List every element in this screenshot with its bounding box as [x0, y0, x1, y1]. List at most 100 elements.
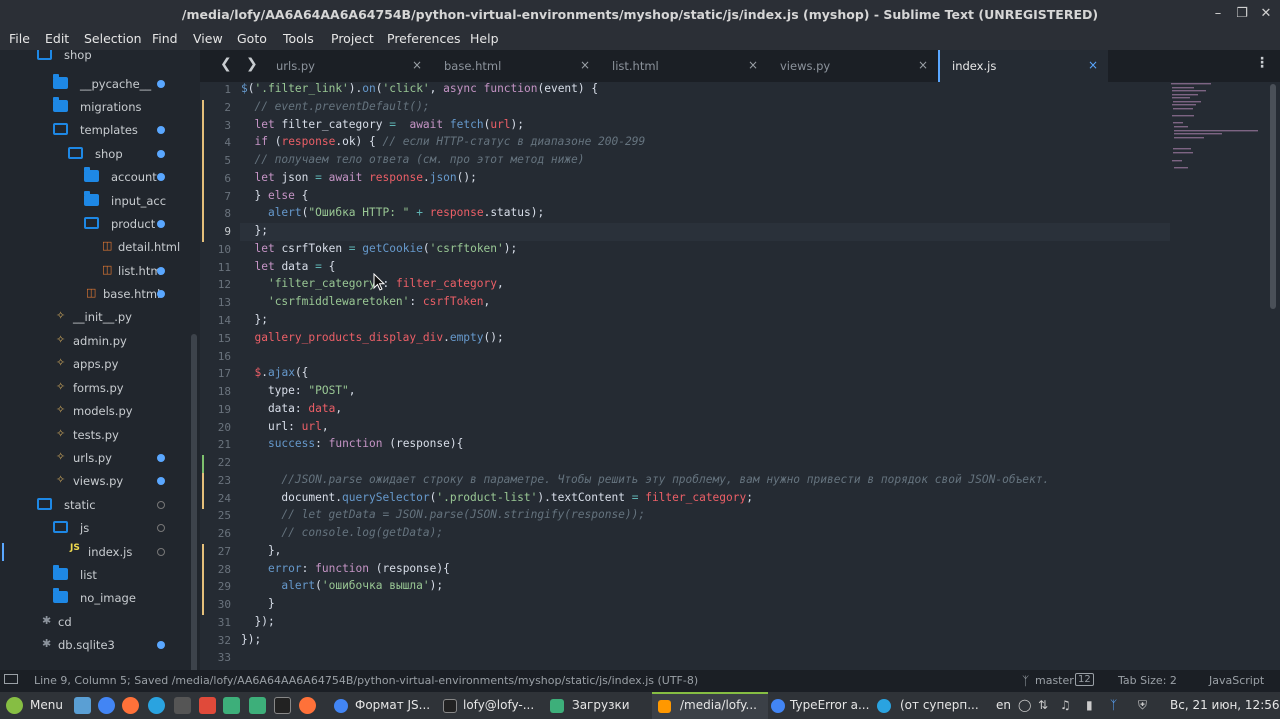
panel-toggle-icon[interactable]	[4, 674, 18, 684]
taskbar-window[interactable]: (от суперп...	[900, 698, 979, 712]
code-editor[interactable]: 1 2 3 4 5 6 7 8 9 10 11 12 13 14 15 16 17 18 19 20 21 22 23 24 2…	[200, 82, 1280, 670]
menu-selection[interactable]: Selection	[84, 31, 142, 46]
tab-base-html[interactable]: base.html ×	[432, 50, 600, 82]
tree-file-views-py[interactable]: ✧ views.py	[0, 470, 190, 493]
firefox-icon[interactable]	[299, 697, 316, 714]
line-number: 23	[217, 474, 231, 487]
screenshot-icon[interactable]: ◯	[1018, 698, 1031, 712]
taskbar-window[interactable]: Загрузки	[572, 698, 630, 712]
tree-file-urls-py[interactable]: ✧ urls.py	[0, 447, 190, 470]
code-line: url: url,	[241, 420, 329, 433]
close-tab-icon[interactable]: ×	[748, 58, 758, 72]
syntax-mode[interactable]: JavaScript	[1209, 674, 1264, 687]
active-taskbar-window[interactable]: /media/lofy...	[652, 692, 768, 719]
line-number: 11	[217, 261, 231, 274]
battery-icon[interactable]: ▮	[1086, 698, 1093, 712]
menu-help[interactable]: Help	[470, 31, 499, 46]
menu-file[interactable]: File	[9, 31, 30, 46]
python-file-icon: ✧	[56, 333, 66, 346]
tree-file-admin-py[interactable]: ✧ admin.py	[0, 330, 190, 353]
close-tab-icon[interactable]: ×	[580, 58, 590, 72]
bluetooth-icon[interactable]: ᛉ	[1110, 698, 1117, 712]
tree-file-models-py[interactable]: ✧ models.py	[0, 400, 190, 423]
show-desktop-icon[interactable]	[74, 697, 91, 714]
maximize-icon[interactable]: ❐	[1232, 4, 1252, 24]
chrome-icon[interactable]	[98, 697, 115, 714]
tab-size[interactable]: Tab Size: 2	[1118, 674, 1177, 687]
tree-folder-no-image[interactable]: no_image	[0, 587, 190, 610]
clock[interactable]: Вс, 21 июн, 12:56	[1170, 698, 1280, 712]
menu-edit[interactable]: Edit	[45, 31, 69, 46]
menu-project[interactable]: Project	[331, 31, 374, 46]
tree-folder-static[interactable]: static	[0, 494, 190, 517]
tree-file-cd[interactable]: ✱ cd	[0, 611, 190, 634]
tree-file-db-sqlite3[interactable]: ✱ db.sqlite3	[0, 634, 190, 657]
python-file-icon: ✧	[56, 380, 66, 393]
menu-find[interactable]: Find	[152, 31, 178, 46]
line-number: 2	[224, 101, 231, 114]
editor-scrollbar[interactable]	[1270, 84, 1276, 309]
menu-button[interactable]: Menu	[30, 698, 63, 712]
tab-views-py[interactable]: views.py ×	[768, 50, 938, 82]
terminal-icon[interactable]	[274, 697, 291, 714]
tree-folder-shop[interactable]: shop	[0, 50, 190, 67]
tree-folder-list[interactable]: list	[0, 564, 190, 587]
app-icon[interactable]	[199, 697, 216, 714]
taskbar-window[interactable]: lofy@lofy-...	[463, 698, 534, 712]
terminal-icon	[443, 699, 457, 713]
sidebar-scrollbar[interactable]	[191, 334, 197, 670]
sublime-icon[interactable]	[174, 697, 191, 714]
tab-prev-icon[interactable]: ❮	[220, 56, 232, 72]
tree-folder-js[interactable]: js	[0, 517, 190, 540]
folder-icon	[550, 699, 564, 713]
firefox-icon[interactable]	[122, 697, 139, 714]
tree-folder-account[interactable]: account	[0, 166, 190, 189]
menu-goto[interactable]: Goto	[237, 31, 267, 46]
tree-file-detail-html[interactable]: ◫ detail.html	[0, 236, 190, 259]
menu-preferences[interactable]: Preferences	[387, 31, 461, 46]
tree-folder-input-acc[interactable]: input_acc	[0, 190, 190, 213]
git-branch[interactable]: master	[1035, 674, 1074, 687]
chrome-icon	[334, 699, 348, 713]
tree-file-init-py[interactable]: ✧ __init__.py	[0, 306, 190, 329]
mint-logo-icon[interactable]	[6, 697, 23, 714]
tree-file-tests-py[interactable]: ✧ tests.py	[0, 424, 190, 447]
taskbar-window[interactable]: TypeError a...	[790, 698, 869, 712]
taskbar-window[interactable]: Формат JS...	[355, 698, 430, 712]
keyboard-layout[interactable]: en	[996, 698, 1011, 712]
telegram-icon[interactable]	[148, 697, 165, 714]
minimize-icon[interactable]: –	[1208, 4, 1228, 24]
volume-icon[interactable]: ♫	[1060, 698, 1071, 712]
minimap[interactable]	[1168, 82, 1258, 182]
close-tab-icon[interactable]: ×	[918, 58, 928, 72]
sidebar: shop __pycache__ migrations templates sh…	[0, 50, 200, 670]
tree-file-index-js[interactable]: JS index.js	[0, 541, 190, 564]
tree-folder-pycache[interactable]: __pycache__	[0, 73, 190, 96]
close-tab-icon[interactable]: ×	[1088, 58, 1098, 72]
tree-file-forms-py[interactable]: ✧ forms.py	[0, 377, 190, 400]
tab-index-js[interactable]: index.js ×	[938, 50, 1108, 82]
menu-tools[interactable]: Tools	[283, 31, 314, 46]
menu-view[interactable]: View	[193, 31, 223, 46]
menu-bar: File Edit Selection Find View Goto Tools…	[0, 28, 1280, 50]
tree-folder-migrations[interactable]: migrations	[0, 96, 190, 119]
tab-urls-py[interactable]: urls.py ×	[264, 50, 432, 82]
tree-file-apps-py[interactable]: ✧ apps.py	[0, 353, 190, 376]
tree-file-list-html[interactable]: ◫ list.htm	[0, 260, 190, 283]
tree-file-base-html[interactable]: ◫ base.html	[0, 283, 190, 306]
network-icon[interactable]: ⇅	[1038, 698, 1048, 712]
python-file-icon: ✧	[56, 473, 66, 486]
code-line: let csrfToken = getCookie('csrftoken');	[254, 242, 518, 255]
close-tab-icon[interactable]: ×	[412, 58, 422, 72]
files-icon[interactable]	[223, 697, 240, 714]
close-icon[interactable]: ✕	[1256, 4, 1276, 24]
tree-folder-templates[interactable]: templates	[0, 119, 190, 142]
tab-next-icon[interactable]: ❯	[246, 56, 258, 72]
folder-icon	[53, 97, 68, 112]
tree-folder-shop-templates[interactable]: shop	[0, 143, 190, 166]
tab-list-html[interactable]: list.html ×	[600, 50, 768, 82]
tree-folder-product[interactable]: product	[0, 213, 190, 236]
update-shield-icon[interactable]: ⛨	[1138, 698, 1147, 713]
folder-icon[interactable]	[249, 697, 266, 714]
more-options-icon[interactable]: ⋮	[1255, 55, 1269, 71]
